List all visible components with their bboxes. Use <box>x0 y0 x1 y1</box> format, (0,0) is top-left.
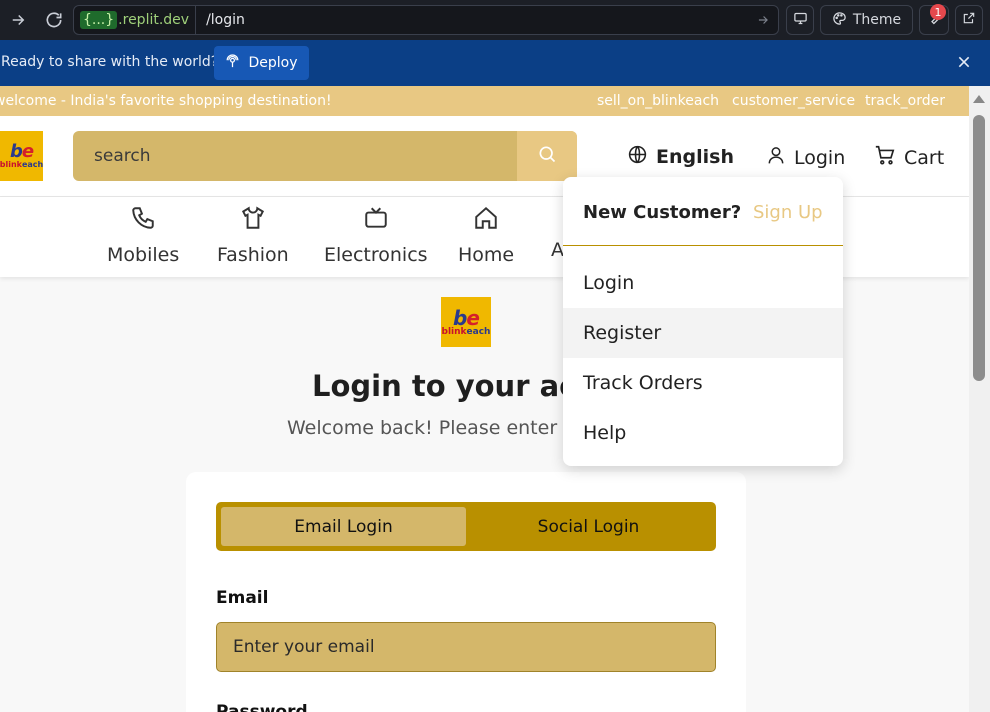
category-mobiles[interactable]: Mobiles <box>107 205 179 266</box>
open-external-button[interactable] <box>955 5 983 35</box>
category-label: Fashion <box>217 244 289 266</box>
deploy-icon <box>225 53 240 73</box>
search-button[interactable] <box>517 131 577 181</box>
shirt-icon <box>240 205 266 236</box>
deploy-label: Deploy <box>248 55 298 71</box>
page-viewport: welcome - India's favorite shopping dest… <box>0 86 969 712</box>
external-link-icon <box>962 11 976 29</box>
track-order-link[interactable]: track_order <box>865 93 945 109</box>
password-label: Password <box>216 702 308 712</box>
globe-icon <box>627 144 648 170</box>
scrollbar-thumb[interactable] <box>973 115 985 381</box>
phone-icon <box>130 205 156 236</box>
browser-toolbar: {...} .replit.dev /login Theme 1 <box>0 0 990 40</box>
logo-mark-b: b <box>9 141 23 162</box>
logo-word-2: each <box>21 160 43 169</box>
tab-email-login[interactable]: Email Login <box>221 507 466 546</box>
home-icon <box>473 205 499 236</box>
header-login-label: Login <box>794 146 846 169</box>
search-input[interactable] <box>73 131 517 181</box>
category-label: Mobiles <box>107 244 180 266</box>
category-home[interactable]: Home <box>458 205 514 266</box>
sign-up-link[interactable]: Sign Up <box>753 202 823 223</box>
logo-mark: be <box>453 308 480 328</box>
login-subtitle: Welcome back! Please enter you <box>287 417 599 439</box>
category-fashion[interactable]: Fashion <box>217 205 289 266</box>
theme-button[interactable]: Theme <box>820 5 913 35</box>
tv-icon <box>363 205 389 236</box>
sell-link[interactable]: sell_on_blinkeach <box>597 93 719 109</box>
dropdown-header: New Customer? Sign Up <box>563 177 843 246</box>
new-customer-text: New Customer? <box>583 202 742 223</box>
login-card: Email Login Social Login Email Password <box>186 472 746 712</box>
promo-text: welcome - India's favorite shopping dest… <box>0 93 332 109</box>
search-bar <box>73 131 577 181</box>
scroll-up-arrow-icon[interactable] <box>973 95 985 103</box>
deploy-button[interactable]: Deploy <box>214 46 309 80</box>
dropdown-item-track-orders[interactable]: Track Orders <box>563 358 843 408</box>
login-logo: be blinkeach <box>441 297 491 347</box>
header-logo[interactable]: be blinkeach <box>0 131 43 181</box>
search-icon <box>537 144 557 168</box>
url-domain: .replit.dev <box>118 12 190 28</box>
reload-icon[interactable] <box>42 8 66 32</box>
language-label: English <box>656 146 734 168</box>
url-host: {...} .replit.dev <box>74 6 197 34</box>
devtools-button[interactable] <box>786 5 814 35</box>
cart-icon <box>874 144 896 171</box>
address-bar[interactable]: {...} .replit.dev /login <box>73 5 779 35</box>
logo-word: blinkeach <box>0 161 43 169</box>
dropdown-item-login[interactable]: Login <box>563 258 843 308</box>
account-dropdown: New Customer? Sign Up Login Register Tra… <box>563 177 843 466</box>
deploy-banner: Ready to share with the world? Deploy <box>0 40 990 86</box>
theme-label: Theme <box>852 12 902 28</box>
logo-word-2: each <box>466 326 491 337</box>
header-login-button[interactable]: Login <box>766 144 845 171</box>
category-electronics[interactable]: Electronics <box>324 205 428 266</box>
go-arrow-icon[interactable] <box>756 12 770 31</box>
cart-button[interactable]: Cart <box>874 144 944 171</box>
deploy-banner-text: Ready to share with the world? <box>1 54 219 70</box>
email-field[interactable] <box>216 622 716 672</box>
close-icon[interactable] <box>956 54 972 74</box>
dropdown-item-register[interactable]: Register <box>563 308 843 358</box>
palette-icon <box>832 11 847 30</box>
user-icon <box>766 144 786 171</box>
email-label: Email <box>216 588 269 608</box>
url-path[interactable]: /login <box>196 12 245 28</box>
cart-label: Cart <box>904 146 945 169</box>
logo-word-1: blink <box>0 160 22 169</box>
notification-badge: 1 <box>930 4 946 20</box>
logo-word-1: blink <box>441 326 467 337</box>
category-label: Home <box>458 244 515 266</box>
promo-bar: welcome - India's favorite shopping dest… <box>0 86 969 116</box>
tab-social-login[interactable]: Social Login <box>466 507 711 546</box>
logo-mark: be <box>9 141 34 162</box>
category-label: Electronics <box>324 244 428 266</box>
customer-service-link[interactable]: customer_service <box>732 93 855 109</box>
login-tabs: Email Login Social Login <box>216 502 716 551</box>
dropdown-item-help[interactable]: Help <box>563 408 843 458</box>
language-selector[interactable]: English <box>627 144 734 170</box>
monitor-icon <box>793 11 808 30</box>
logo-mark-e: e <box>21 141 34 162</box>
forward-icon[interactable] <box>6 8 30 32</box>
url-braces: {...} <box>80 11 118 29</box>
logo-word: blinkeach <box>441 326 491 337</box>
